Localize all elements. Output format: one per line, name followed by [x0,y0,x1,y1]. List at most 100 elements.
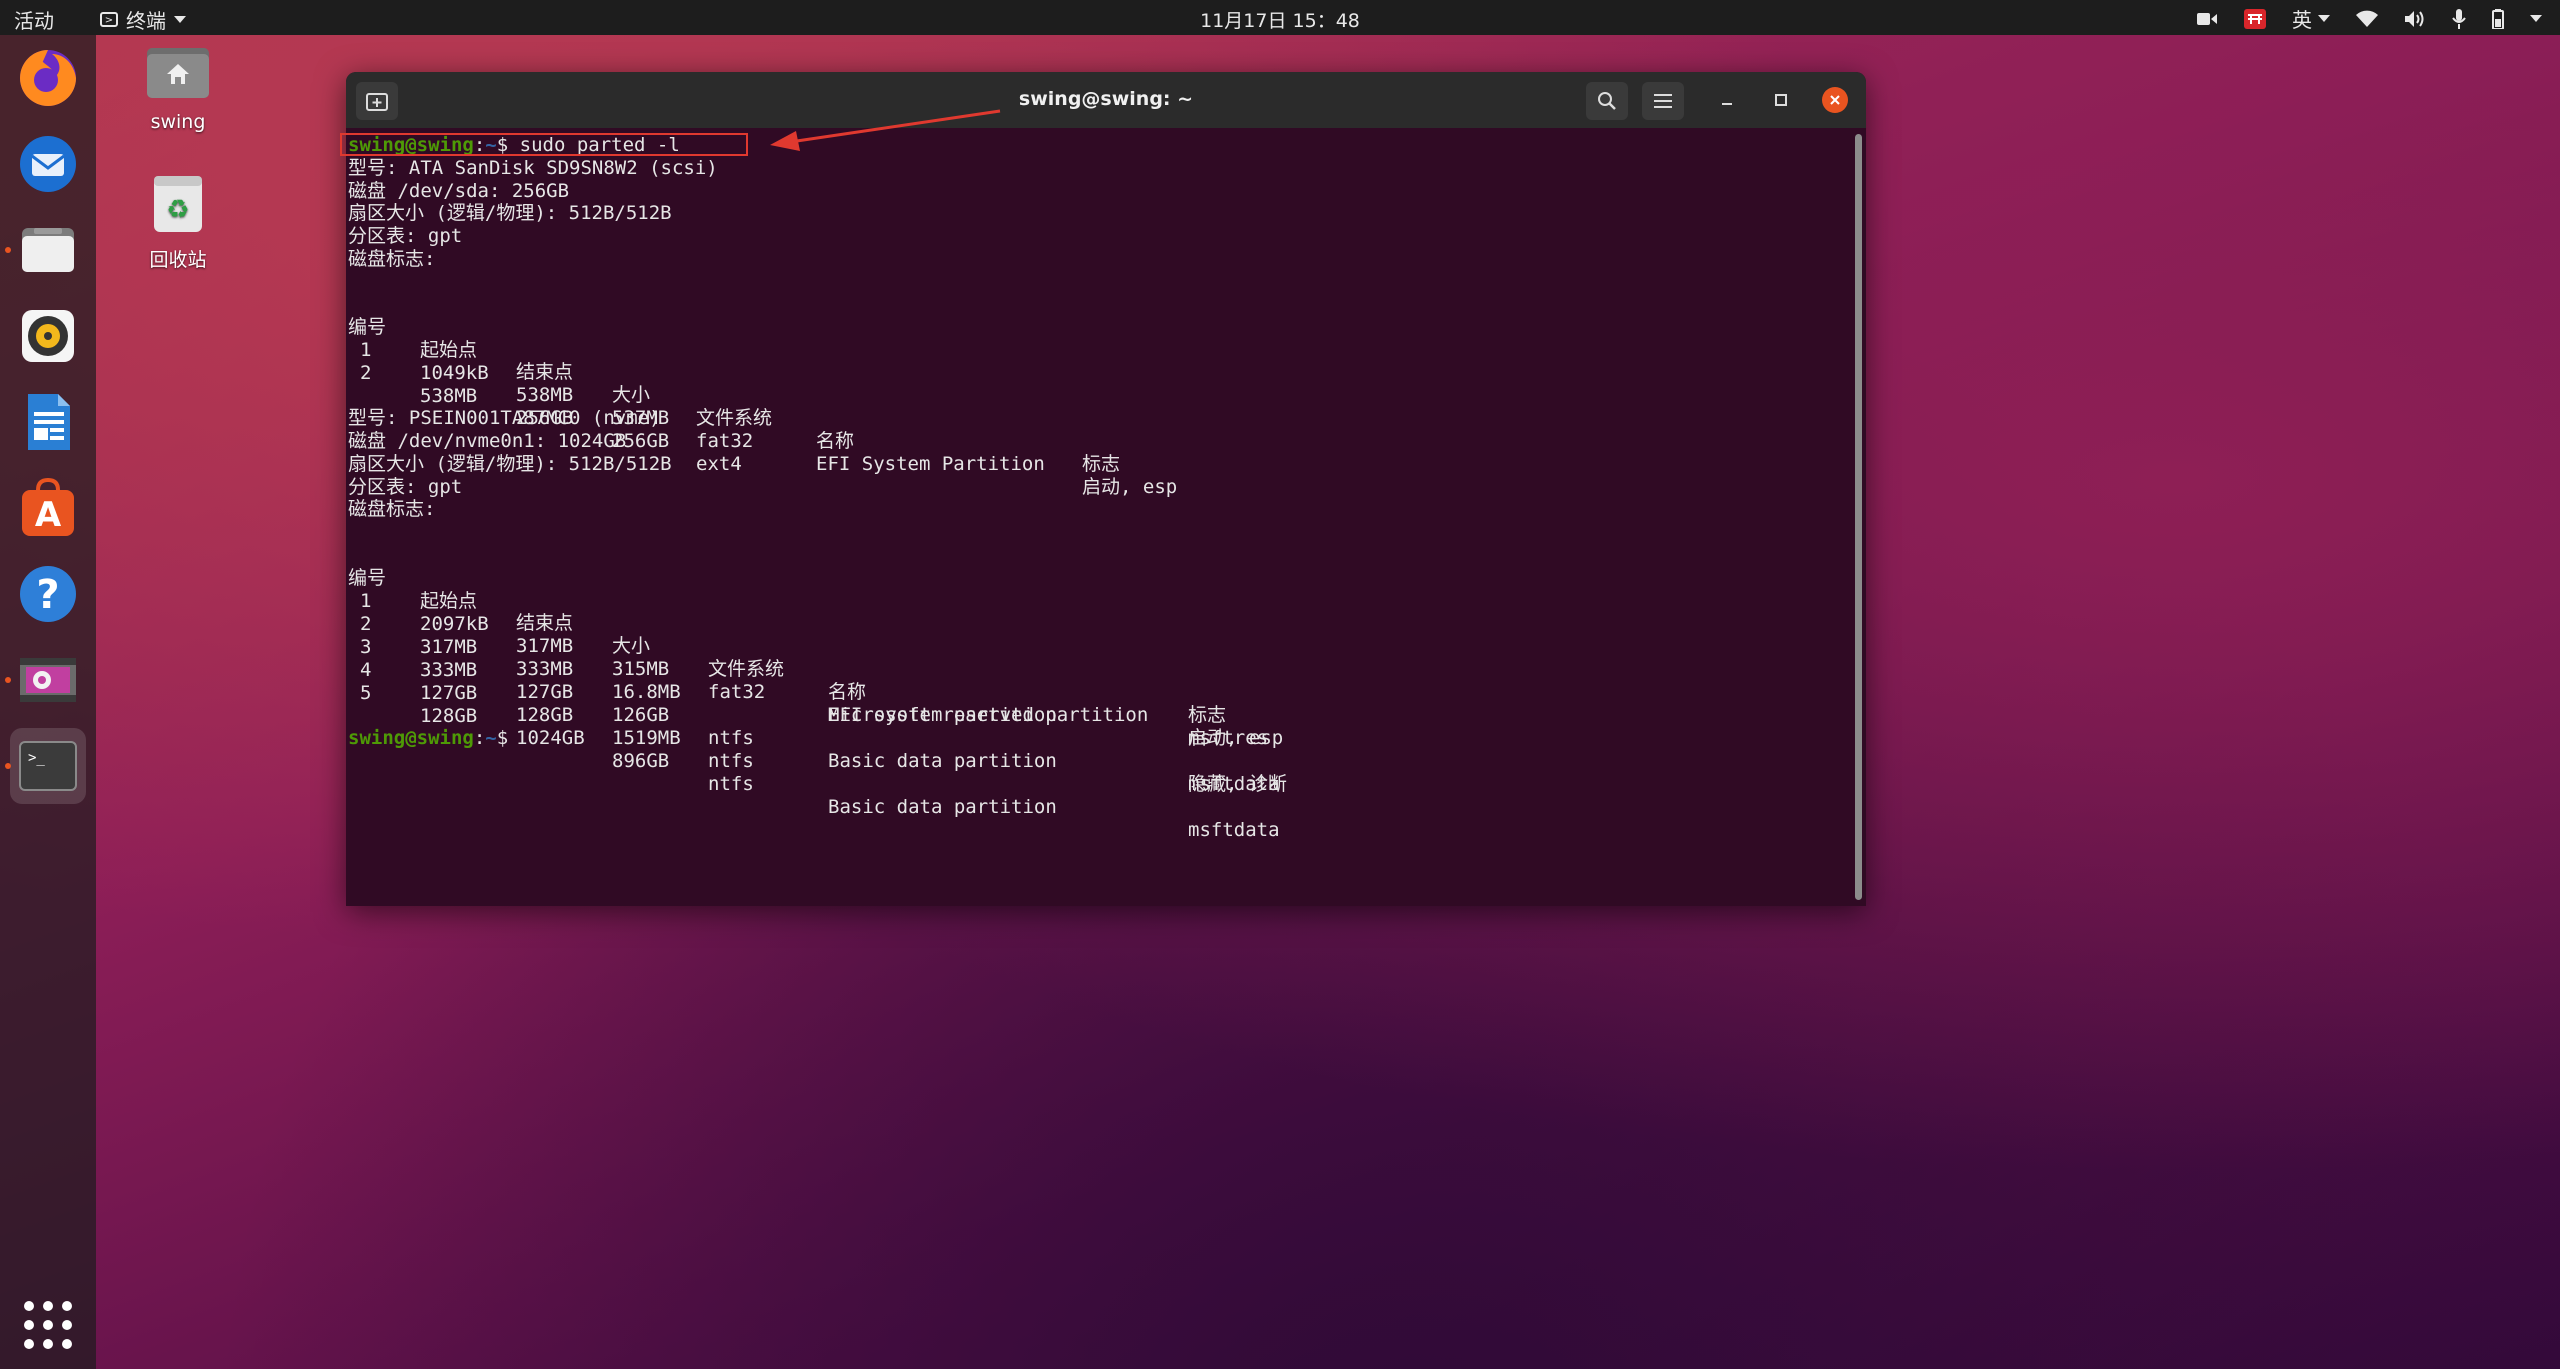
disk1-model: 型号: ATA SanDisk SD9SN8W2 (scsi) [348,157,718,179]
command-highlight-box [340,133,748,156]
microphone-icon[interactable] [2452,8,2466,29]
cell-end: 333MB [516,658,574,681]
home-folder-icon [147,48,209,98]
minimize-icon [1722,103,1732,105]
thunderbird-icon [20,136,76,192]
table-row: 1 2097kB 317MB 315MB fat32 EFI system pa… [346,567,1283,749]
col-flags: 标志 [1082,452,1121,475]
input-method-menu[interactable]: 英 [2292,4,2330,33]
disk2-flags: 磁盘标志: [348,498,436,520]
ubuntu-software-icon: A [22,477,74,536]
system-menu[interactable] [2530,15,2542,22]
cell-size: 16.8MB [612,681,681,704]
running-indicator [5,763,11,769]
cell-name: Microsoft reserved partition [828,703,1149,726]
svg-text:A: A [35,495,62,535]
disk2-table-header: 编号 起始点 结束点 大小 文件系统 名称 标志 [346,544,1226,726]
col-name: 名称 [816,429,855,452]
col-name: 名称 [828,680,867,703]
hamburger-menu-icon [1654,94,1672,108]
firefox-icon [20,50,76,106]
desktop-trash-label: 回收站 [149,249,207,271]
dock-thunderbird[interactable] [10,126,86,202]
cell-filesystem: ext4 [696,452,742,475]
table-row: 3 333MB 127GB 126GB ntfs Basic data part… [346,613,1280,795]
cell-start: 333MB [420,658,478,681]
cell-name: Basic data partition [828,749,1057,772]
chevron-down-icon [174,16,186,23]
svg-text:?: ? [36,572,59,618]
col-end: 结束点 [516,361,574,384]
files-icon [22,228,74,272]
cell-start: 538MB [420,384,478,407]
prompt-user: swing@swing [348,727,474,749]
terminal-icon: >_ [19,741,77,791]
desktop-home-folder[interactable]: swing [118,42,238,133]
volume-icon[interactable] [2404,10,2426,28]
terminal-output[interactable]: swing@swing:~$ sudo parted -l 型号: ATA Sa… [346,128,1846,906]
running-indicator [5,247,11,253]
cell-end: 127GB [516,681,574,704]
rhythmbox-icon [22,310,74,362]
help-icon: ? [20,566,76,622]
input-method-logo-icon[interactable] [2244,8,2266,29]
cell-flags: 隐藏, 诊断 [1188,772,1287,795]
desktop-trash[interactable]: ♻ 回收站 [118,172,238,272]
col-filesystem: 文件系统 [696,406,773,429]
cell-size: 315MB [612,658,670,681]
table-row: 2 317MB 333MB 16.8MB Microsoft reserved … [346,590,1268,749]
maximize-icon [1775,94,1787,106]
clock[interactable]: 11月17日 15：48 [1200,10,1360,32]
col-size: 大小 [612,384,651,407]
svg-text:>_: >_ [28,750,45,766]
terminal-scrollbar[interactable] [1855,134,1862,900]
search-button[interactable] [1586,82,1628,120]
minimize-button[interactable] [1714,87,1740,113]
annotation-arrow-icon [770,109,1001,151]
dock-files[interactable] [5,212,86,288]
battery-icon[interactable] [2492,8,2504,29]
table-row: 5 128GB 1024GB 896GB ntfs Basic data par… [346,659,1280,841]
dock-ubuntu-software[interactable]: A [10,470,86,546]
dock-terminal[interactable]: >_ [5,728,86,804]
show-applications-icon[interactable] [24,1301,72,1349]
maximize-button[interactable] [1768,87,1794,113]
dock-video-app[interactable] [5,642,86,718]
cell-start: 1049kB [420,361,489,384]
cell-size: 896GB [612,750,670,773]
app-menu-label: 终端 [126,9,166,33]
svg-text:♻: ♻ [166,195,189,225]
running-indicator [5,677,11,683]
trash-icon: ♻ [154,176,202,232]
cell-start: 128GB [420,704,478,727]
camera-indicator-icon[interactable] [2196,11,2218,27]
dock-firefox[interactable] [10,40,86,116]
close-icon [1830,95,1840,105]
video-app-icon [20,658,76,702]
cell-flags: 启动, esp [1082,475,1178,498]
top-bar: 活动 > 终端 11月17日 15：48 英 [0,0,2560,35]
close-button[interactable] [1822,87,1848,113]
dock: A ? >_ [0,35,96,1369]
disk1-flags: 磁盘标志: [348,248,436,270]
dock-rhythmbox[interactable] [10,298,86,374]
cell-end: 1024GB [516,727,585,750]
table-row: 2 538MB 256GB 256GB ext4 [346,339,742,475]
prompt-path: ~ [485,727,497,749]
app-menu[interactable]: > 终端 [100,5,186,34]
disk2-sector: 扇区大小 (逻辑/物理): 512B/512B [348,453,672,475]
dock-help[interactable]: ? [10,556,86,632]
system-tray: 英 [2196,4,2542,33]
dock-writer[interactable] [10,384,86,460]
menu-button[interactable] [1642,82,1684,120]
cell-start: 127GB [420,681,478,704]
cell-end: 317MB [516,635,574,658]
disk2-disk: 磁盘 /dev/nvme0n1: 1024GB [348,430,627,452]
new-tab-button[interactable] [356,82,398,120]
terminal-titlebar[interactable]: swing@swing: ~ [346,72,1866,128]
wifi-icon[interactable] [2356,10,2378,28]
cell-number: 2 [360,361,372,384]
cell-filesystem: ntfs [708,772,754,795]
activities-button[interactable]: 活动 [14,5,54,34]
cell-end: 128GB [516,704,574,727]
